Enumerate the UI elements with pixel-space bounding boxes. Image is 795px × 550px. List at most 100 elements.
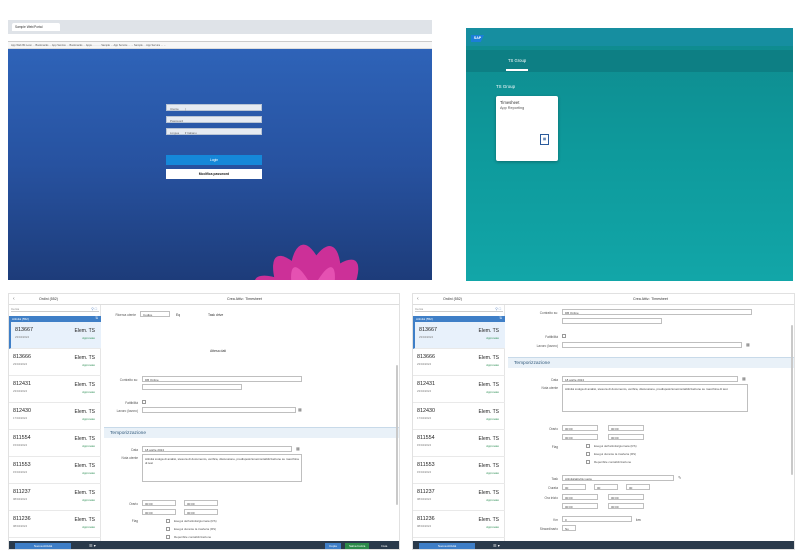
date-field[interactable]: 18 aprile 2024: [562, 376, 738, 382]
check-1[interactable]: [166, 519, 170, 523]
contract-select[interactable]: DB Online: [142, 376, 302, 382]
list-item[interactable]: 812431 23/04/2024 Elem. TS Approvato: [9, 376, 101, 403]
task-edit-icon[interactable]: ✎: [678, 475, 681, 480]
list-item[interactable]: 811554 15/04/2024 Elem. TS Approvato: [413, 430, 505, 457]
list-item[interactable]: 811554 15/04/2024 Elem. TS Approvato: [9, 430, 101, 457]
flag-label: Fattibilità: [125, 401, 138, 405]
work-field[interactable]: [142, 407, 296, 413]
tab-ts-group[interactable]: TS Group: [508, 58, 526, 63]
change-password-button[interactable]: Modifica password: [166, 169, 262, 179]
task-field[interactable]: Attività/attività vuota: [562, 475, 674, 481]
list-item[interactable]: 811236 08/04/2024 Elem. TS Approvato: [413, 511, 505, 538]
start-a[interactable]: 00:00: [562, 494, 598, 500]
search-user-field[interactable]: Codice: [140, 311, 170, 317]
item-status: Approvato: [486, 498, 499, 502]
from-time-1[interactable]: 00:00: [142, 500, 176, 506]
list-item[interactable]: 811236 08/04/2024 Elem. TS Approvato: [9, 511, 101, 538]
overtime-field[interactable]: No: [562, 525, 576, 531]
search-input[interactable]: Cerca ⚲ □: [11, 307, 99, 312]
search-operator[interactable]: Eq: [176, 313, 180, 317]
note-textarea[interactable]: Attività svolga di analisi, stesura di d…: [142, 454, 302, 482]
list-item[interactable]: 811237 08/04/2024 Elem. TS Approvato: [9, 484, 101, 511]
item-status: Approvato: [82, 417, 95, 421]
menu-icon[interactable]: ☰ ▾: [493, 543, 500, 548]
item-element: Elem. TS: [74, 490, 95, 496]
copy-button[interactable]: Copia: [325, 543, 341, 549]
password-field[interactable]: Password: [166, 116, 262, 123]
item-element: Elem. TS: [74, 517, 95, 523]
search-input[interactable]: Cerca ⚲ □: [415, 307, 503, 312]
scrollbar[interactable]: [791, 325, 793, 475]
list-item[interactable]: 813667 23/04/2024 Elem. TS Approvato: [413, 322, 505, 349]
to-time-2[interactable]: 00:00: [608, 434, 644, 440]
check-3[interactable]: [166, 535, 170, 539]
list-item[interactable]: 812430 17/04/2024 Elem. TS Approvato: [413, 403, 505, 430]
date-calendar-icon[interactable]: ▦: [742, 376, 746, 381]
list-item[interactable]: 811553 15/04/2024 Elem. TS Approvato: [413, 457, 505, 484]
contract-select[interactable]: DB Online: [562, 309, 752, 315]
username-field[interactable]: Utente |: [166, 104, 262, 111]
list-item[interactable]: 811553 15/04/2024 Elem. TS Approvato: [9, 457, 101, 484]
end-b[interactable]: 00:00: [608, 503, 644, 509]
search-icon[interactable]: ⚲ □: [91, 307, 97, 311]
send-button[interactable]: Invia: [377, 543, 391, 549]
flags-label: Flag: [131, 519, 138, 523]
calendar-icon[interactable]: ▦: [298, 407, 302, 412]
km-label: Km: [553, 518, 558, 522]
list-item[interactable]: 813667 23/04/2024 Elem. TS Approvato: [9, 322, 101, 349]
contract-sub-select[interactable]: [142, 384, 242, 390]
calendar-icon[interactable]: ▦: [746, 342, 750, 347]
new-activity-button[interactable]: Nuova Attività: [15, 543, 71, 549]
language-select[interactable]: Lingua ▾ Italiano: [166, 128, 262, 135]
timesheet-tile[interactable]: Timesheet App Reporting ▦: [496, 96, 558, 161]
tab-underline: [506, 69, 528, 71]
start-label: Ora inizio: [544, 496, 558, 500]
km-field[interactable]: 0: [562, 516, 632, 522]
check-2[interactable]: [586, 452, 590, 456]
search-icon[interactable]: ⚲ □: [495, 307, 501, 311]
browser-tab[interactable]: Sample Web/Portal: [12, 23, 60, 31]
list-item[interactable]: 812431 23/04/2024 Elem. TS Approvato: [413, 376, 505, 403]
new-activity-button[interactable]: Nuova Attività: [419, 543, 475, 549]
contract-label: Contratto su:: [119, 378, 138, 382]
feasibility-checkbox[interactable]: [142, 400, 146, 404]
item-status: Approvato: [486, 363, 499, 367]
to-time-1[interactable]: 00:00: [608, 425, 644, 431]
check-2[interactable]: [166, 527, 170, 531]
filter-icon[interactable]: ⇅: [499, 316, 502, 320]
back-icon[interactable]: ‹: [13, 296, 15, 302]
login-button[interactable]: Login: [166, 155, 262, 165]
duration-2[interactable]: 00: [594, 484, 618, 490]
back-icon[interactable]: ‹: [417, 296, 419, 302]
bookmarks-bar[interactable]: App Web Bit Leon ... Bookmarks ... App S…: [8, 42, 432, 49]
date-calendar-icon[interactable]: ▦: [296, 446, 300, 451]
item-status: Approvato: [486, 417, 499, 421]
task-label: Task: [551, 477, 558, 481]
list-item[interactable]: 811237 08/04/2024 Elem. TS Approvato: [413, 484, 505, 511]
list-item[interactable]: 813666 23/04/2024 Elem. TS Approvato: [9, 349, 101, 376]
date-field[interactable]: 18 aprile 2024: [142, 446, 292, 452]
start-b[interactable]: 00:00: [608, 494, 644, 500]
save-draft-button[interactable]: Salva bozza: [345, 543, 370, 549]
task-drive-button[interactable]: Task drive: [208, 313, 223, 317]
work-field[interactable]: [562, 342, 742, 348]
from-time-2[interactable]: 00:00: [142, 509, 176, 515]
contract-sub-select[interactable]: [562, 318, 662, 324]
filter-icon[interactable]: ⇅: [95, 316, 98, 320]
item-element: Elem. TS: [478, 409, 499, 415]
duration-1[interactable]: 00: [562, 484, 586, 490]
scrollbar[interactable]: [396, 365, 398, 505]
check-1[interactable]: [586, 444, 590, 448]
from-time-2[interactable]: 00:00: [562, 434, 598, 440]
to-time-2[interactable]: 00:00: [184, 509, 218, 515]
to-time-1[interactable]: 00:00: [184, 500, 218, 506]
list-item[interactable]: 813666 23/04/2024 Elem. TS Approvato: [413, 349, 505, 376]
from-time-1[interactable]: 00:00: [562, 425, 598, 431]
list-item[interactable]: 812430 17/04/2024 Elem. TS Approvato: [9, 403, 101, 430]
feasibility-checkbox[interactable]: [562, 334, 566, 338]
menu-icon[interactable]: ☰ ▾: [89, 543, 96, 548]
check-3[interactable]: [586, 460, 590, 464]
note-textarea[interactable]: Attività svolga di analisi, stesura di d…: [562, 384, 748, 412]
duration-3[interactable]: 00: [626, 484, 650, 490]
end-a[interactable]: 00:00: [562, 503, 598, 509]
